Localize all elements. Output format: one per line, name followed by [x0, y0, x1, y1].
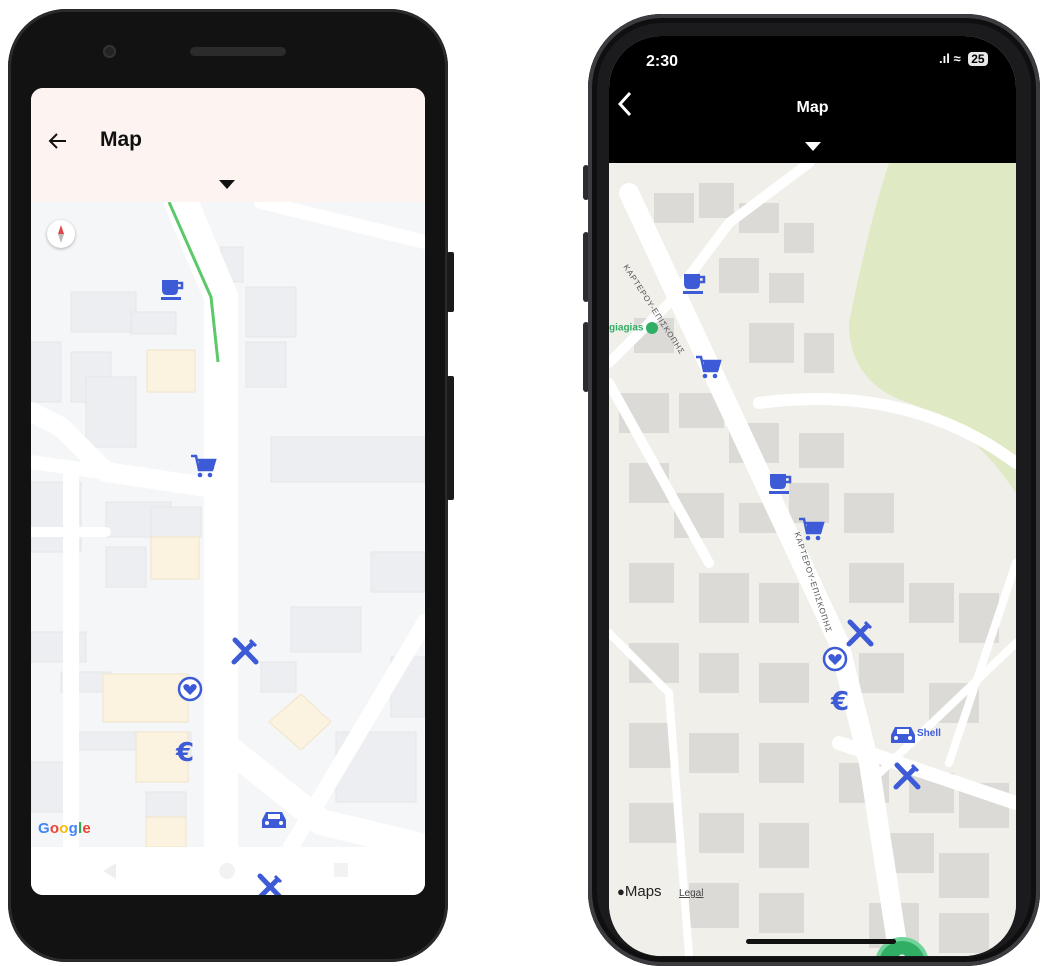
page-title: Map [796, 99, 829, 116]
car-icon[interactable] [259, 808, 289, 838]
earpiece-speaker [190, 47, 286, 56]
arrow-left-icon [48, 133, 66, 149]
euro-icon[interactable]: € [827, 685, 857, 717]
map-canvas [609, 163, 1016, 956]
map-view[interactable]: € Google [31, 202, 425, 847]
map-view[interactable]: giagias ΚΑΡΤΕΡΟΥ-ΕΠΙΣΚΟΠΗΣ ΚΑΡΤΕΡΟΥ-ΕΠΙΣ… [609, 163, 1016, 956]
restaurant-icon[interactable] [230, 636, 260, 666]
iphone-frame: giagias ΚΑΡΤΕΡΟΥ-ΕΠΙΣΚΟΠΗΣ ΚΑΡΤΕΡΟΥ-ΕΠΙΣ… [588, 14, 1040, 966]
restaurant-icon[interactable] [892, 761, 922, 791]
notch [734, 36, 906, 72]
euro-icon[interactable]: € [172, 736, 202, 768]
nav-icons [103, 863, 348, 879]
restaurant-icon[interactable] [845, 618, 875, 648]
caret-down-icon[interactable] [805, 142, 821, 151]
cart-icon[interactable] [189, 452, 219, 482]
app-header: Map [31, 88, 425, 202]
shell-label[interactable]: Shell [917, 728, 941, 739]
iphone-screen: giagias ΚΑΡΤΕΡΟΥ-ΕΠΙΣΚΟΠΗΣ ΚΑΡΤΕΡΟΥ-ΕΠΙΣ… [609, 36, 1016, 956]
signal-icon: .ıl [939, 51, 950, 66]
wifi-icon: ≈ [953, 51, 961, 66]
heart-icon[interactable] [821, 645, 851, 675]
google-attribution: Google [38, 820, 91, 837]
svg-text:€: € [830, 687, 849, 715]
status-icons: .ıl ≈ 25 [939, 51, 988, 66]
front-camera [103, 45, 116, 58]
android-screen: Map € Google [31, 88, 425, 895]
cafe-icon[interactable] [766, 468, 796, 498]
place-label[interactable]: giagias [609, 322, 659, 334]
map-canvas [31, 202, 425, 847]
heart-icon[interactable] [176, 675, 206, 705]
car-icon[interactable] [888, 723, 918, 753]
cart-icon[interactable] [694, 353, 724, 383]
compass-icon[interactable] [47, 220, 75, 248]
caret-down-icon[interactable] [219, 180, 235, 189]
power-button [447, 252, 454, 312]
cafe-icon[interactable] [158, 274, 188, 304]
volume-button [447, 376, 454, 500]
status-time: 2:30 [646, 53, 679, 70]
legal-link[interactable]: Legal [679, 888, 703, 899]
app-header: 2:30 .ıl ≈ 25 Map [609, 36, 1016, 163]
back-button[interactable] [45, 128, 71, 154]
cart-icon[interactable] [797, 515, 827, 545]
system-nav-bar [31, 847, 425, 895]
cafe-icon[interactable] [680, 268, 710, 298]
battery-icon: 25 [968, 52, 988, 66]
restaurant-icon[interactable] [255, 872, 285, 895]
svg-text:€: € [175, 738, 194, 766]
home-indicator[interactable] [746, 939, 896, 944]
apple-maps-attribution: ●Maps [617, 883, 662, 900]
page-title: Map [100, 128, 142, 151]
